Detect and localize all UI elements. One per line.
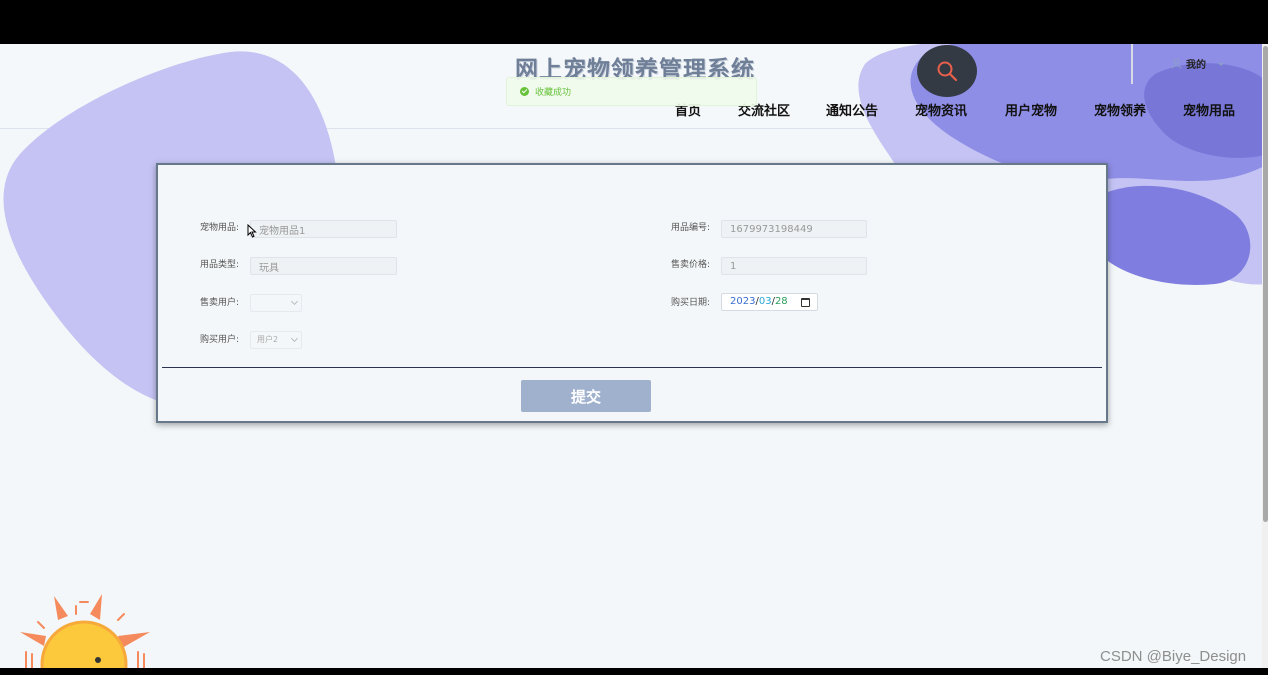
check-circle-icon [520, 87, 529, 96]
toast-message: 收藏成功 [535, 88, 572, 98]
label-seller: 售卖用户: [200, 298, 240, 308]
code-input[interactable] [721, 220, 867, 238]
submit-button[interactable]: 提交 [521, 380, 651, 412]
caret-down-icon [1218, 62, 1224, 66]
browser-top-bar [0, 0, 1268, 44]
user-icon [1171, 58, 1182, 69]
form-panel: 宠物用品: 用品编号: 用品类型: 售卖价格: 售卖用户: 购买日期: 2023… [156, 163, 1108, 423]
search-icon [937, 61, 958, 82]
chevron-down-icon [290, 334, 299, 343]
label-product: 宠物用品: [200, 223, 240, 233]
sun-mascot-icon [20, 594, 150, 668]
chevron-down-icon [290, 297, 299, 306]
label-type: 用品类型: [200, 260, 240, 270]
label-price: 售卖价格: [671, 260, 711, 270]
product-input[interactable] [250, 220, 397, 238]
calendar-icon[interactable] [801, 298, 810, 307]
nav-pet-adoption[interactable]: 宠物领养 [1094, 100, 1146, 119]
label-buyer: 购买用户: [200, 335, 240, 345]
nav-notices[interactable]: 通知公告 [826, 100, 878, 119]
date-year: 2023 [730, 296, 756, 307]
label-code: 用品编号: [671, 223, 711, 233]
csdn-watermark: CSDN @Biye_Design [1100, 648, 1247, 665]
date-month: 03 [758, 296, 772, 307]
seller-select[interactable] [250, 294, 302, 312]
purchase-date-input[interactable]: 2023/03/28 [721, 293, 818, 311]
buyer-select[interactable]: 用户2 [250, 331, 302, 349]
buyer-select-value: 用户2 [257, 335, 279, 344]
nav-pet-news[interactable]: 宠物资讯 [915, 100, 967, 119]
type-input[interactable] [250, 257, 397, 275]
form-divider [162, 367, 1102, 368]
user-menu[interactable]: 我的 [1171, 56, 1226, 71]
nav-user-pets[interactable]: 用户宠物 [1005, 100, 1057, 119]
success-toast: 收藏成功 [506, 77, 757, 106]
page-viewport: 网上宠物领养管理系统 我的 首页 交流社区 通知公告 宠物资讯 用户宠物 宠物领… [0, 44, 1268, 668]
browser-bottom-bar [0, 668, 1268, 675]
scrollbar-thumb[interactable] [1263, 46, 1268, 522]
user-menu-label: 我的 [1186, 60, 1206, 71]
header-divider [1131, 44, 1133, 84]
label-date: 购买日期: [671, 298, 711, 308]
nav-pet-supplies[interactable]: 宠物用品 [1183, 100, 1235, 119]
price-input[interactable] [721, 257, 867, 275]
date-day: 28 [774, 296, 788, 307]
mouse-cursor-icon [247, 224, 257, 238]
search-button[interactable] [917, 45, 977, 97]
